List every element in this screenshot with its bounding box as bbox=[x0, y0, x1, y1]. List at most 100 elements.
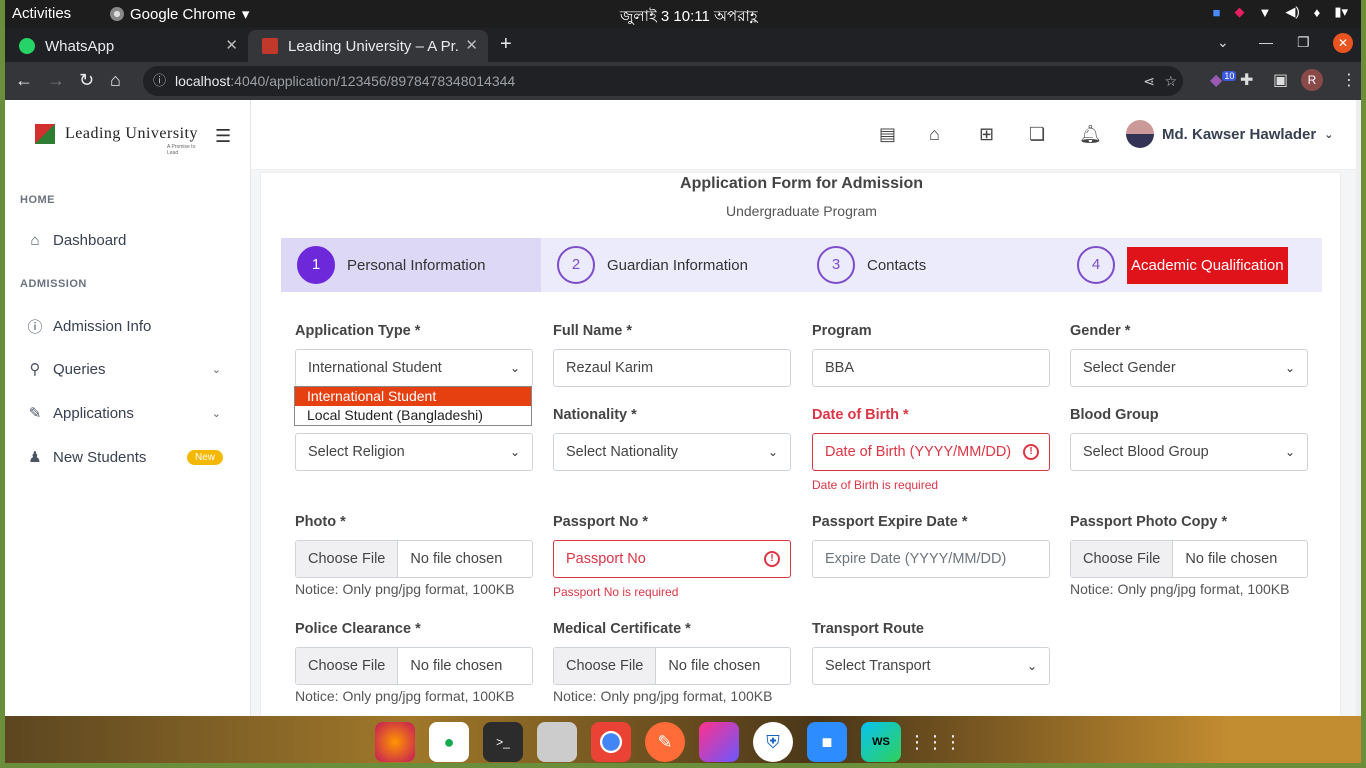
step-contacts[interactable]: 3 Contacts bbox=[817, 246, 926, 284]
step-guardian-information[interactable]: 2 Guardian Information bbox=[557, 246, 748, 284]
minimize-icon[interactable]: — bbox=[1259, 34, 1273, 50]
clock[interactable]: জুলাই 3 10:11 অপরাহ্ণ bbox=[620, 5, 758, 30]
choose-file-button[interactable]: Choose File bbox=[1071, 541, 1174, 577]
zoom-tray-icon[interactable]: ■ bbox=[1213, 5, 1221, 20]
chevron-down-icon: ⌄ bbox=[211, 407, 221, 420]
share-icon[interactable]: ⋖ bbox=[1143, 66, 1155, 96]
sidebar-item-dashboard[interactable]: ⌂ Dashboard bbox=[27, 232, 227, 249]
webstorm-icon[interactable]: WS bbox=[861, 722, 901, 762]
vpn-icon[interactable]: ⛨ bbox=[753, 722, 793, 762]
page-scrollbar[interactable] bbox=[1356, 100, 1361, 716]
passport-expire-input[interactable]: Expire Date (YYYY/MM/DD) bbox=[812, 540, 1050, 578]
activities-button[interactable]: Activities bbox=[12, 5, 71, 22]
step-number: 2 bbox=[557, 246, 595, 284]
application-type-select[interactable]: International Student ⌄ bbox=[295, 349, 533, 387]
chrome-menu-icon[interactable]: ⋮ bbox=[1341, 70, 1357, 90]
logo[interactable]: Leading University A Promise to Lead bbox=[35, 124, 198, 156]
bell-icon[interactable]: 🔔︎ bbox=[1079, 124, 1102, 145]
files-icon[interactable] bbox=[537, 722, 577, 762]
passport-no-input[interactable]: Passport No ! bbox=[553, 540, 791, 578]
jetbrains-tray-icon[interactable]: ◆ bbox=[1234, 4, 1244, 20]
dob-placeholder: Date of Birth (YYYY/MM/DD) bbox=[825, 444, 1012, 460]
system-tray[interactable]: ■ ◆ ▼ ◀) ♦ ▮▾ bbox=[1213, 4, 1348, 20]
chevron-down-icon: ⌄ bbox=[1324, 128, 1334, 141]
tab-whatsapp[interactable]: WhatsApp ✕ bbox=[5, 30, 248, 62]
sidebar-item-new-students[interactable]: ♟ New Students New bbox=[27, 448, 227, 466]
nationality-select[interactable]: Select Nationality ⌄ bbox=[553, 433, 791, 471]
select-value: Select Blood Group bbox=[1083, 444, 1209, 460]
passport-error: Passport No is required bbox=[553, 585, 679, 599]
option-international-student[interactable]: International Student bbox=[295, 387, 531, 406]
volume-icon[interactable]: ◀) bbox=[1285, 4, 1299, 20]
url-bar[interactable]: ⓘ localhost:4040/application/123456/8978… bbox=[143, 66, 1183, 96]
sidebar-item-applications[interactable]: ✎ Applications ⌄ bbox=[27, 404, 227, 423]
logo-tagline: A Promise to Lead bbox=[167, 144, 196, 156]
photo-file-input[interactable]: Choose File No file chosen bbox=[295, 540, 533, 578]
choose-file-button[interactable]: Choose File bbox=[296, 648, 399, 684]
extensions-puzzle-icon[interactable]: ✚ bbox=[1240, 70, 1253, 90]
app-menu[interactable]: Google Chrome ▾ bbox=[110, 5, 249, 23]
forward-button[interactable]: → bbox=[47, 70, 65, 91]
section-admission: ADMISSION bbox=[20, 278, 87, 290]
tab-search-icon[interactable]: ⌄ bbox=[1217, 34, 1229, 51]
close-tab-icon[interactable]: ✕ bbox=[225, 36, 238, 54]
dock-apps: ● >_ ✎ ⛨ ■ WS ⋮⋮⋮ bbox=[375, 720, 995, 764]
police-clearance-file-input[interactable]: Choose File No file chosen bbox=[295, 647, 533, 685]
terminal-icon[interactable]: >_ bbox=[483, 722, 523, 762]
passport-copy-file-input[interactable]: Choose File No file chosen bbox=[1070, 540, 1308, 578]
microphone-icon[interactable]: ♦ bbox=[1314, 5, 1321, 20]
document-list-icon[interactable]: ▤ bbox=[879, 124, 896, 145]
dob-label: Date of Birth * bbox=[812, 407, 909, 423]
option-local-student[interactable]: Local Student (Bangladeshi) bbox=[295, 406, 531, 425]
user-menu[interactable]: Md. Kawser Hawlader ⌄ bbox=[1126, 120, 1333, 148]
dob-input[interactable]: Date of Birth (YYYY/MM/DD) ! bbox=[812, 433, 1050, 471]
home-button[interactable]: ⌂ bbox=[110, 70, 121, 91]
full-name-input[interactable]: Rezaul Karim bbox=[553, 349, 791, 387]
url-path: :4040/application/123456/897847834801434… bbox=[230, 73, 516, 89]
sidebar-item-queries[interactable]: ⚲ Queries ⌄ bbox=[27, 360, 227, 379]
back-button[interactable]: ← bbox=[15, 70, 33, 91]
blood-group-select[interactable]: Select Blood Group ⌄ bbox=[1070, 433, 1308, 471]
sidebar-item-label: Admission Info bbox=[53, 318, 152, 335]
sidebar-item-admission-info[interactable]: ⓘ Admission Info bbox=[27, 316, 227, 337]
close-window-button[interactable]: ✕ bbox=[1333, 33, 1353, 53]
extension-icon[interactable]: ◆ 10 bbox=[1210, 70, 1237, 90]
program-input[interactable]: BBA bbox=[812, 349, 1050, 387]
wifi-icon[interactable]: ▼ bbox=[1258, 5, 1271, 20]
site-info-icon[interactable]: ⓘ bbox=[153, 66, 166, 96]
choose-file-button[interactable]: Choose File bbox=[296, 541, 399, 577]
medical-certificate-file-input[interactable]: Choose File No file chosen bbox=[553, 647, 791, 685]
hamburger-menu-icon[interactable]: ☰ bbox=[215, 126, 231, 147]
bank-icon[interactable]: ⌂ bbox=[929, 124, 940, 145]
step-label: Contacts bbox=[867, 256, 927, 274]
profile-avatar[interactable]: R bbox=[1301, 69, 1323, 91]
chrome-icon[interactable] bbox=[591, 722, 631, 762]
close-tab-icon[interactable]: ✕ bbox=[465, 36, 478, 54]
maximize-icon[interactable]: ❐ bbox=[1297, 34, 1310, 51]
firefox-icon[interactable] bbox=[375, 722, 415, 762]
postman-icon[interactable]: ✎ bbox=[645, 722, 685, 762]
mongodb-compass-icon[interactable]: ● bbox=[429, 722, 469, 762]
medical-certificate-label: Medical Certificate * bbox=[553, 621, 691, 637]
battery-icon[interactable]: ▮▾ bbox=[1334, 4, 1348, 20]
side-panel-icon[interactable]: ▣ bbox=[1273, 70, 1288, 90]
new-tab-button[interactable]: + bbox=[500, 33, 512, 56]
gender-select[interactable]: Select Gender ⌄ bbox=[1070, 349, 1308, 387]
university-logo-icon bbox=[35, 124, 55, 144]
step-academic-qualification[interactable]: 4 Academic Qualification bbox=[1077, 246, 1288, 284]
jetbrains-icon[interactable] bbox=[699, 722, 739, 762]
grid-icon[interactable]: ⊞ bbox=[979, 124, 994, 145]
choose-file-button[interactable]: Choose File bbox=[554, 648, 657, 684]
zoom-icon[interactable]: ■ bbox=[807, 722, 847, 762]
tab-leading-university[interactable]: Leading University – A Pr... ✕ bbox=[248, 30, 488, 62]
step-personal-information[interactable]: 1 Personal Information bbox=[297, 246, 485, 284]
step-number: 3 bbox=[817, 246, 855, 284]
logo-text: Leading University bbox=[65, 125, 198, 142]
reload-button[interactable]: ↻ bbox=[79, 70, 94, 91]
copy-icon[interactable]: ❏ bbox=[1029, 124, 1045, 145]
bookmark-star-icon[interactable]: ☆ bbox=[1164, 66, 1177, 96]
transport-select[interactable]: Select Transport ⌄ bbox=[812, 647, 1050, 685]
show-applications-icon[interactable]: ⋮⋮⋮ bbox=[908, 722, 962, 762]
religion-select[interactable]: Select Religion ⌄ bbox=[295, 433, 533, 471]
whatsapp-icon bbox=[19, 38, 35, 54]
